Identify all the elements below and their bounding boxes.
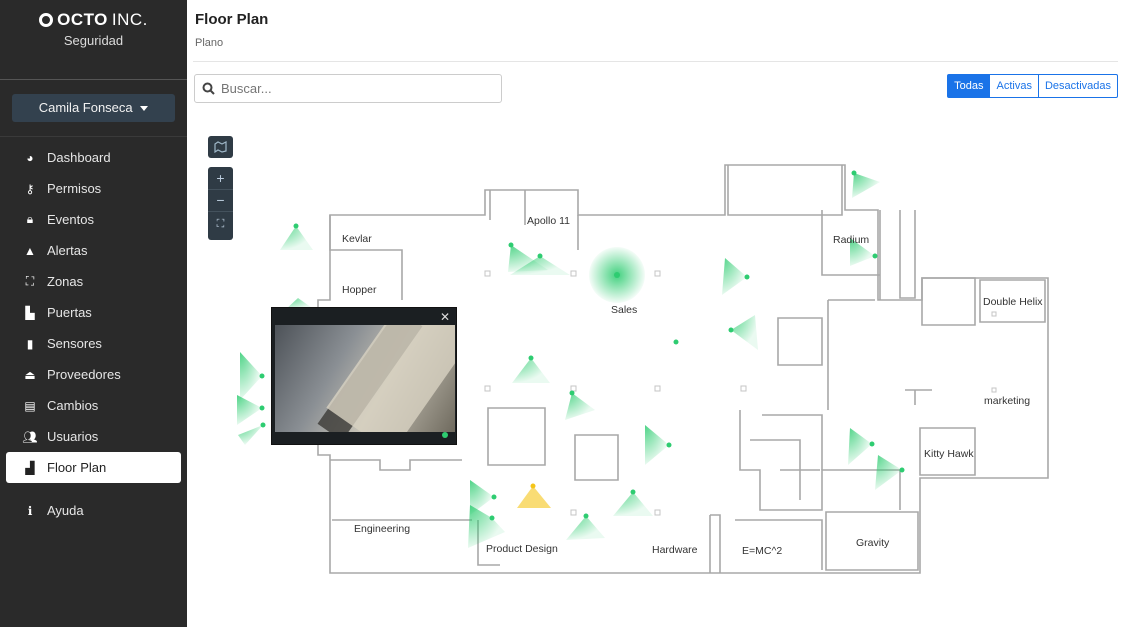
camera-cone[interactable] xyxy=(237,395,265,425)
warning-icon: ▲ xyxy=(24,243,36,258)
sidebar-item-ayuda[interactable]: ℹ Ayuda xyxy=(6,495,181,526)
sidebar-item-label: Puertas xyxy=(47,305,92,320)
sidebar-item-proveedores[interactable]: ⏏ Proveedores xyxy=(6,359,181,390)
key-icon: ⚷ xyxy=(25,181,35,196)
camera-cone[interactable] xyxy=(566,513,605,541)
door-icon: ▙ xyxy=(25,305,35,320)
sidebar-item-alertas[interactable]: ▲ Alertas xyxy=(6,235,181,266)
room-label-sales: Sales xyxy=(611,304,637,316)
camera-video-feed[interactable] xyxy=(275,325,455,432)
sidebar-item-label: Usuarios xyxy=(47,429,99,444)
room-label-hopper: Hopper xyxy=(342,284,377,296)
search-input[interactable] xyxy=(221,81,491,96)
camera-cone[interactable] xyxy=(851,170,881,199)
camera-cone[interactable] xyxy=(645,425,672,465)
search-icon xyxy=(202,82,215,95)
sidebar-item-puertas[interactable]: ▙ Puertas xyxy=(6,297,181,328)
sidebar-item-label: Dashboard xyxy=(47,150,111,165)
sidebar-nav: ◕ Dashboard ⚷ Permisos 🔒︎ Eventos ▲ Alertas ⛶ Zon… xyxy=(6,142,181,526)
room-label-engineering: Engineering xyxy=(354,523,410,535)
sidebar-item-label: Cambios xyxy=(47,398,99,413)
page-title: Floor Plan xyxy=(195,11,269,28)
filter-group: Todas Activas Desactivadas xyxy=(947,74,1118,98)
sidebar-item-label: Permisos xyxy=(47,181,102,196)
room-label-marketing: marketing xyxy=(984,395,1030,407)
sidebar-item-floor-plan[interactable]: ▟ Floor Plan xyxy=(6,452,181,483)
sidebar-item-permisos[interactable]: ⚷ Permisos xyxy=(6,173,181,204)
filter-active-button[interactable]: Activas xyxy=(990,74,1039,98)
sidebar-item-label: Floor Plan xyxy=(47,460,107,475)
sidebar-item-label: Zonas xyxy=(47,274,84,289)
lock-icon: 🔒︎ xyxy=(26,212,34,226)
sidebar-divider xyxy=(0,136,187,137)
users-icon: 👥︎ xyxy=(22,429,38,444)
sidebar-item-label: Alertas xyxy=(47,243,88,258)
page-subtitle: Plano xyxy=(195,37,224,49)
camera-cone[interactable] xyxy=(613,489,653,517)
video-highlight xyxy=(326,325,455,432)
room-label-product-design: Product Design xyxy=(486,543,558,555)
brand-suffix: INC. xyxy=(111,10,148,29)
sidebar-item-sensores[interactable]: ▮ Sensores xyxy=(6,328,181,359)
camera-cone[interactable] xyxy=(280,223,313,251)
camera-cone[interactable] xyxy=(240,352,265,400)
brand-logo: OCTO INC. xyxy=(0,10,187,30)
room-label-emc2: E=MC^2 xyxy=(742,545,782,557)
room-label-hardware: Hardware xyxy=(652,544,698,556)
room-label-kevlar: Kevlar xyxy=(342,233,372,245)
filter-all-button[interactable]: Todas xyxy=(947,74,991,98)
room-label-kitty-hawk: Kitty Hawk xyxy=(924,448,974,460)
floorplan-icon: ▟ xyxy=(25,460,35,475)
room-label-double-helix: Double Helix xyxy=(983,296,1043,308)
user-menu-button[interactable]: Camila Fonseca xyxy=(12,94,175,122)
zones-icon: ⛶ xyxy=(25,274,35,288)
camera-preview-popup: ✕ xyxy=(271,307,457,445)
sensor-icon: ▮ xyxy=(26,336,34,351)
sidebar: OCTO INC. Seguridad Camila Fonseca ◕ Dash… xyxy=(0,0,187,627)
sidebar-item-label: Ayuda xyxy=(47,503,84,518)
clipboard-icon: ▤ xyxy=(24,398,36,413)
camera-cone[interactable] xyxy=(512,355,550,384)
brand: OCTO INC. Seguridad xyxy=(0,0,187,80)
sidebar-item-usuarios[interactable]: 👥︎ Usuarios xyxy=(6,421,181,452)
user-name: Camila Fonseca xyxy=(38,100,133,115)
camera-dot[interactable] xyxy=(673,339,679,345)
sidebar-item-label: Proveedores xyxy=(47,367,121,382)
brand-name: OCTO xyxy=(57,10,108,29)
sidebar-item-eventos[interactable]: 🔒︎ Eventos xyxy=(6,204,181,235)
brand-subtitle: Seguridad xyxy=(63,33,124,48)
sidebar-item-dashboard[interactable]: ◕ Dashboard xyxy=(6,142,181,173)
filter-inactive-button[interactable]: Desactivadas xyxy=(1038,74,1118,98)
camera-cone[interactable] xyxy=(728,315,759,350)
sidebar-item-label: Eventos xyxy=(47,212,94,227)
sidebar-item-cambios[interactable]: ▤ Cambios xyxy=(6,390,181,421)
logo-ring-icon xyxy=(39,13,54,27)
dashboard-icon: ◕ xyxy=(26,150,34,165)
room-label-apollo: Apollo 11 xyxy=(527,215,570,227)
camera-status-dot xyxy=(442,432,448,438)
camera-cone[interactable] xyxy=(238,422,266,446)
camera-cone[interactable] xyxy=(468,505,505,548)
sidebar-item-label: Sensores xyxy=(47,336,102,351)
room-label-radium: Radium xyxy=(833,234,869,246)
camera-area[interactable] xyxy=(589,247,645,303)
sidebar-item-zonas[interactable]: ⛶ Zonas xyxy=(6,266,181,297)
search-box[interactable] xyxy=(194,74,502,103)
close-icon[interactable]: ✕ xyxy=(440,310,450,324)
camera-cone[interactable] xyxy=(722,258,750,295)
camera-cone[interactable] xyxy=(848,428,875,465)
truck-icon: ⏏ xyxy=(24,367,36,382)
caret-down-icon xyxy=(140,106,149,112)
camera-cone[interactable] xyxy=(565,390,595,421)
camera-cone-warning[interactable] xyxy=(517,483,551,509)
room-label-gravity: Gravity xyxy=(856,537,890,549)
info-icon: ℹ xyxy=(27,503,33,518)
header-divider xyxy=(193,61,1118,62)
